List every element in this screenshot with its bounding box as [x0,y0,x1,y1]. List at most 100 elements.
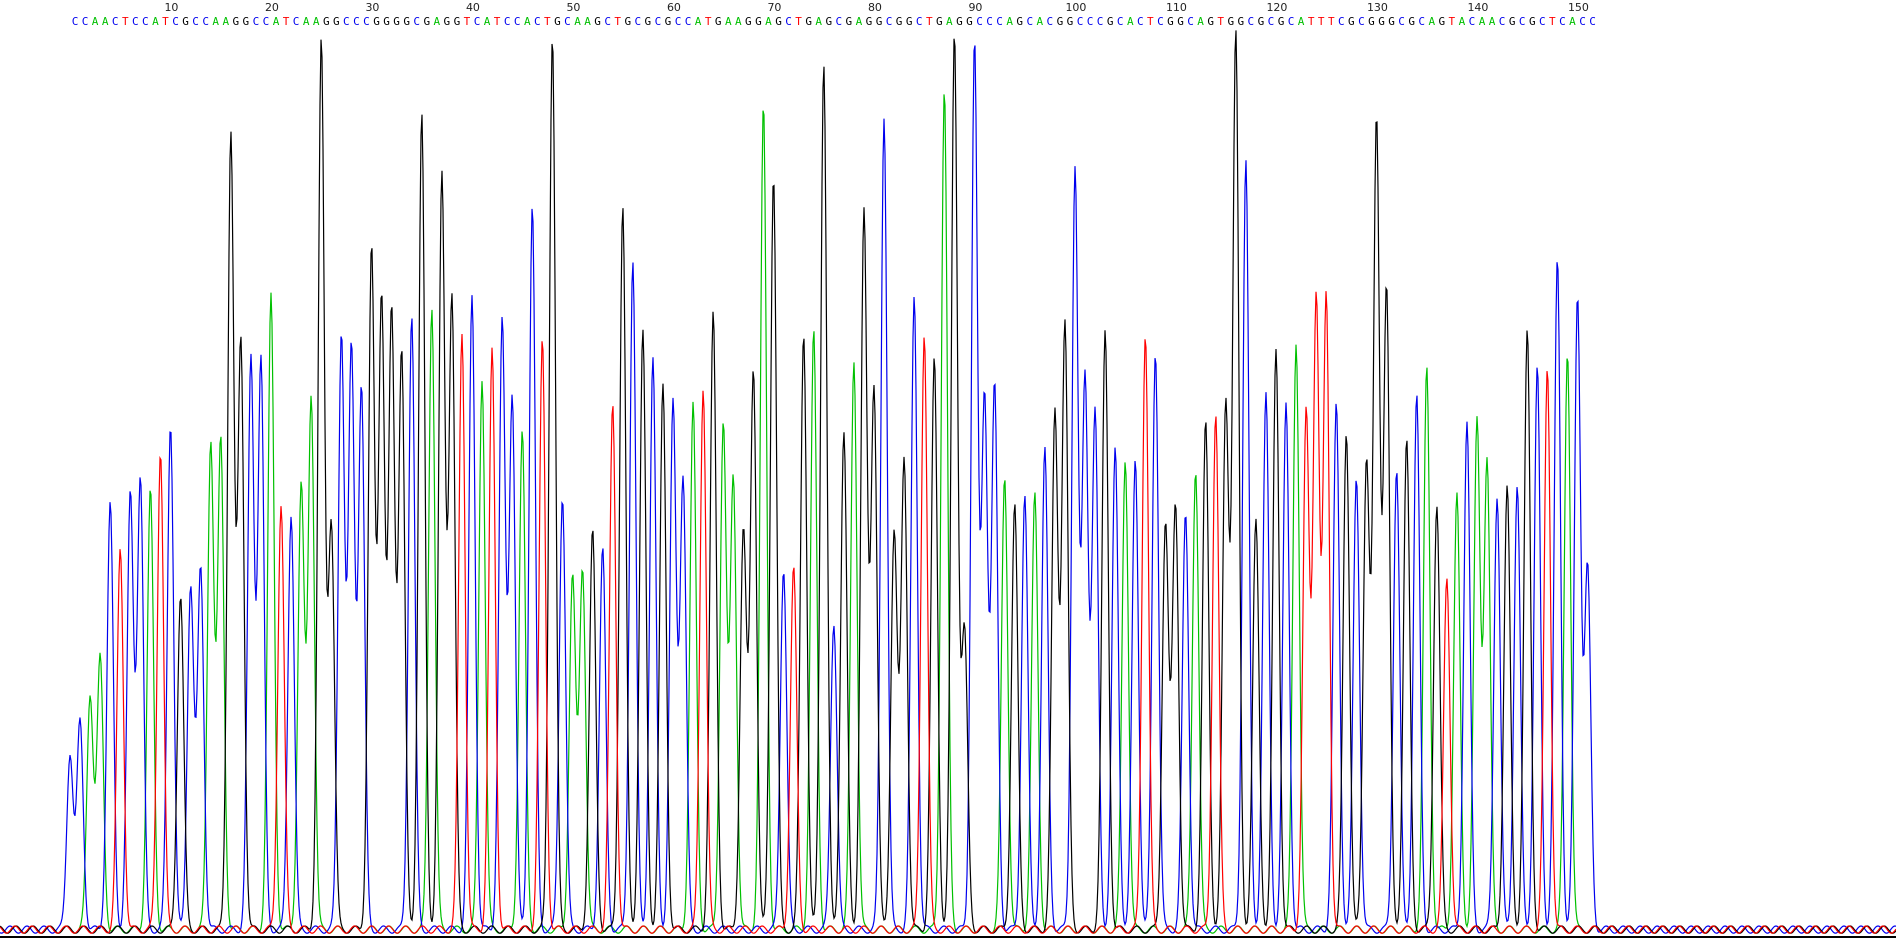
base-call-35: C [413,15,420,28]
base-call-100: G [1067,15,1074,28]
base-call-86: T [926,15,933,28]
base-call-77: C [835,15,842,28]
base-call-75: A [815,15,822,28]
base-call-120: C [1268,15,1275,28]
base-call-101: C [1077,15,1084,28]
base-call-119: G [1258,15,1265,28]
base-call-128: G [1348,15,1355,28]
position-tick-130: 130 [1367,1,1388,14]
base-call-50: C [564,15,571,28]
base-call-68: G [745,15,752,28]
base-call-25: A [313,15,320,28]
base-call-29: C [353,15,360,28]
base-call-136: A [1428,15,1435,28]
base-call-62: C [685,15,692,28]
base-call-123: A [1298,15,1305,28]
base-call-91: C [976,15,983,28]
base-call-56: G [624,15,631,28]
base-call-107: C [1137,15,1144,28]
base-call-122: C [1288,15,1295,28]
base-call-12: G [182,15,189,28]
base-call-7: C [132,15,139,28]
base-call-80: G [866,15,873,28]
position-tick-70: 70 [767,1,781,14]
base-call-78: G [846,15,853,28]
base-call-55: T [614,15,621,28]
base-call-126: T [1328,15,1335,28]
base-call-11: C [172,15,179,28]
base-call-1: C [72,15,79,28]
base-call-37: A [433,15,440,28]
base-call-138: T [1449,15,1456,28]
base-call-4: A [102,15,109,28]
base-call-sequence: CCAACTCCATCGCCAAGGCCATCAAGGCCCGGGGCGAGGT… [72,15,1596,28]
base-call-109: C [1157,15,1164,28]
base-call-84: G [906,15,913,28]
base-call-3: A [92,15,99,28]
position-tick-100: 100 [1065,1,1086,14]
base-call-63: A [695,15,702,28]
base-call-52: A [584,15,591,28]
base-call-87: G [936,15,943,28]
position-tick-20: 20 [265,1,279,14]
base-call-105: C [1117,15,1124,28]
base-call-64: T [705,15,712,28]
base-call-48: T [544,15,551,28]
base-call-51: A [574,15,581,28]
position-tick-120: 120 [1266,1,1287,14]
base-call-150: A [1569,15,1576,28]
base-call-124: T [1308,15,1315,28]
base-call-32: G [383,15,390,28]
base-call-115: T [1217,15,1224,28]
base-call-60: G [665,15,672,28]
base-call-112: C [1187,15,1194,28]
base-call-131: G [1378,15,1385,28]
position-tick-30: 30 [365,1,379,14]
base-call-111: G [1177,15,1184,28]
chromatogram-traces [0,30,1896,934]
base-call-132: G [1388,15,1395,28]
base-call-2: C [82,15,89,28]
base-call-21: A [273,15,280,28]
base-call-24: A [303,15,310,28]
base-call-34: G [403,15,410,28]
base-call-66: A [725,15,732,28]
base-call-42: A [484,15,491,28]
base-call-40: T [464,15,471,28]
base-call-20: C [263,15,270,28]
position-tick-90: 90 [968,1,982,14]
base-call-96: C [1026,15,1033,28]
base-call-143: C [1499,15,1506,28]
base-call-85: C [916,15,923,28]
base-call-152: C [1589,15,1596,28]
base-call-89: G [956,15,963,28]
base-call-95: G [1016,15,1023,28]
base-call-72: C [785,15,792,28]
base-call-15: A [212,15,219,28]
base-call-118: C [1248,15,1255,28]
base-call-69: G [755,15,762,28]
base-call-9: A [152,15,159,28]
base-call-108: T [1147,15,1154,28]
base-call-104: G [1107,15,1114,28]
base-call-39: G [454,15,461,28]
base-call-142: A [1489,15,1496,28]
base-call-76: G [825,15,832,28]
base-call-65: G [715,15,722,28]
chromatogram-trace-view: 10 20 30 40 50 60 70 80 90 100 110 120 130 140 150 CCA… [0,1,1896,938]
base-call-49: G [554,15,561,28]
position-tick-60: 60 [667,1,681,14]
base-call-140: C [1469,15,1476,28]
base-call-30: C [363,15,370,28]
base-call-144: G [1509,15,1516,28]
base-call-146: G [1529,15,1536,28]
base-call-67: A [735,15,742,28]
base-call-129: C [1358,15,1365,28]
position-tick-50: 50 [566,1,580,14]
base-call-133: C [1398,15,1405,28]
base-call-31: G [373,15,380,28]
base-call-79: A [856,15,863,28]
base-call-70: A [765,15,772,28]
base-call-53: G [594,15,601,28]
base-call-88: A [946,15,953,28]
